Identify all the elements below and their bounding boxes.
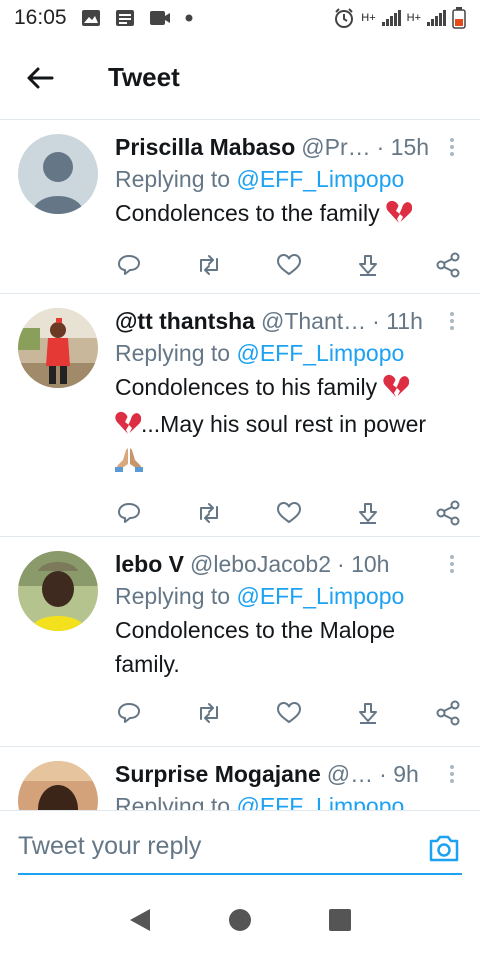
author-name[interactable]: Surprise Mogajane bbox=[115, 759, 321, 789]
status-time: 16:05 bbox=[14, 6, 67, 29]
network-type-1: H+ bbox=[361, 12, 376, 24]
user-photo-icon bbox=[18, 551, 98, 631]
broken-heart-icon bbox=[115, 410, 142, 444]
system-nav-bar bbox=[0, 884, 480, 960]
battery-icon bbox=[452, 7, 466, 29]
share-icon[interactable] bbox=[434, 699, 462, 727]
download-icon[interactable] bbox=[354, 251, 382, 279]
mention-link[interactable]: @EFF_Limpopo bbox=[236, 166, 404, 192]
network-type-2: H+ bbox=[406, 12, 421, 24]
replying-prefix: Replying to bbox=[115, 583, 237, 609]
download-icon[interactable] bbox=[354, 699, 382, 727]
tweet-text-line2: ...May his soul rest in power bbox=[141, 411, 427, 437]
download-icon[interactable] bbox=[354, 499, 382, 527]
reply-bar bbox=[0, 810, 480, 884]
page-title: Tweet bbox=[108, 62, 180, 92]
share-icon[interactable] bbox=[434, 499, 462, 527]
reply-icon[interactable] bbox=[115, 699, 143, 727]
tweet-actions bbox=[115, 681, 462, 743]
retweet-icon[interactable] bbox=[195, 251, 223, 279]
nav-recents-icon[interactable] bbox=[328, 908, 352, 937]
back-button[interactable] bbox=[0, 36, 80, 120]
replying-prefix: Replying to bbox=[115, 793, 237, 810]
replying-prefix: Replying to bbox=[115, 166, 237, 192]
tweet-item[interactable]: @tt thantsha @Thant… · 11h Replying to @… bbox=[0, 294, 480, 537]
author-handle[interactable]: @… bbox=[327, 759, 373, 789]
header: Tweet bbox=[0, 36, 480, 120]
avatar[interactable] bbox=[18, 551, 98, 631]
tweet-text-line1: Condolences to his family bbox=[115, 374, 378, 400]
replying-to: Replying to @EFF_Limpopo bbox=[115, 336, 462, 370]
tweet-text-content: Condolences to the family bbox=[115, 200, 380, 226]
default-avatar-icon bbox=[18, 134, 98, 214]
avatar[interactable] bbox=[18, 308, 98, 388]
arrow-left-icon bbox=[27, 67, 54, 88]
tweet-text: Condolences to the Malope family. bbox=[115, 617, 396, 677]
reply-icon[interactable] bbox=[115, 251, 143, 279]
like-icon[interactable] bbox=[275, 699, 303, 727]
author-handle[interactable]: @Pr… bbox=[301, 132, 370, 162]
share-icon[interactable] bbox=[434, 251, 462, 279]
status-bar: 16:05 H+ H+ bbox=[0, 0, 480, 36]
author-handle[interactable]: @Thant… bbox=[261, 306, 366, 336]
folded-hands-icon bbox=[115, 446, 143, 481]
tweet-time: · 9h bbox=[379, 761, 419, 787]
tweet-text: Condolences to his family ...May his sou… bbox=[115, 370, 462, 481]
tweet-item[interactable]: Priscilla Mabaso @Pr… · 15h Replying to … bbox=[0, 120, 480, 294]
tweet-actions bbox=[115, 481, 462, 543]
signal-icon-2 bbox=[427, 10, 446, 26]
gallery-icon bbox=[81, 9, 101, 27]
mention-link[interactable]: @EFF_Limpopo bbox=[236, 340, 404, 366]
nav-back-icon[interactable] bbox=[128, 907, 152, 938]
avatar[interactable] bbox=[18, 134, 98, 214]
replying-to: Replying to @EFF_Limpopo bbox=[115, 789, 462, 810]
more-options-icon[interactable] bbox=[442, 555, 462, 573]
user-photo-icon bbox=[18, 308, 98, 388]
tweet-text: Condolences to the family bbox=[115, 196, 462, 233]
broken-heart-icon bbox=[383, 373, 410, 407]
video-icon bbox=[149, 9, 171, 27]
retweet-icon[interactable] bbox=[195, 699, 223, 727]
author-name[interactable]: @tt thantsha bbox=[115, 306, 255, 336]
dot-icon bbox=[185, 14, 193, 22]
avatar[interactable] bbox=[18, 761, 98, 810]
broken-heart-icon bbox=[386, 199, 413, 233]
more-options-icon[interactable] bbox=[442, 765, 462, 783]
like-icon[interactable] bbox=[275, 251, 303, 279]
tweet-time: · 15h bbox=[376, 134, 430, 160]
more-options-icon[interactable] bbox=[442, 312, 462, 330]
replying-to: Replying to @EFF_Limpopo bbox=[115, 579, 462, 613]
alarm-icon bbox=[333, 7, 355, 29]
retweet-icon[interactable] bbox=[195, 499, 223, 527]
more-options-icon[interactable] bbox=[442, 138, 462, 156]
tweet-item[interactable]: Surprise Mogajane @… · 9h Replying to @E… bbox=[0, 747, 480, 810]
nav-home-icon[interactable] bbox=[228, 908, 252, 937]
replying-to: Replying to @EFF_Limpopo bbox=[115, 162, 462, 196]
tweet-time: · 10h bbox=[337, 551, 390, 577]
like-icon[interactable] bbox=[275, 499, 303, 527]
author-name[interactable]: lebo V bbox=[115, 549, 184, 579]
reply-input[interactable] bbox=[18, 825, 462, 875]
replying-prefix: Replying to bbox=[115, 340, 237, 366]
tweet-item[interactable]: lebo V @leboJacob2 · 10h Replying to @EF… bbox=[0, 537, 480, 747]
mention-link[interactable]: @EFF_Limpopo bbox=[236, 793, 404, 810]
tweet-actions bbox=[115, 233, 462, 295]
camera-icon[interactable] bbox=[428, 833, 460, 863]
mention-link[interactable]: @EFF_Limpopo bbox=[236, 583, 404, 609]
tweet-time: · 11h bbox=[372, 308, 423, 334]
author-name[interactable]: Priscilla Mabaso bbox=[115, 132, 295, 162]
user-photo-icon bbox=[18, 761, 98, 810]
signal-icon-1 bbox=[381, 10, 401, 26]
message-icon bbox=[115, 9, 135, 27]
author-handle[interactable]: @leboJacob2 bbox=[190, 549, 331, 579]
reply-list[interactable]: Priscilla Mabaso @Pr… · 15h Replying to … bbox=[0, 120, 480, 810]
reply-icon[interactable] bbox=[115, 499, 143, 527]
